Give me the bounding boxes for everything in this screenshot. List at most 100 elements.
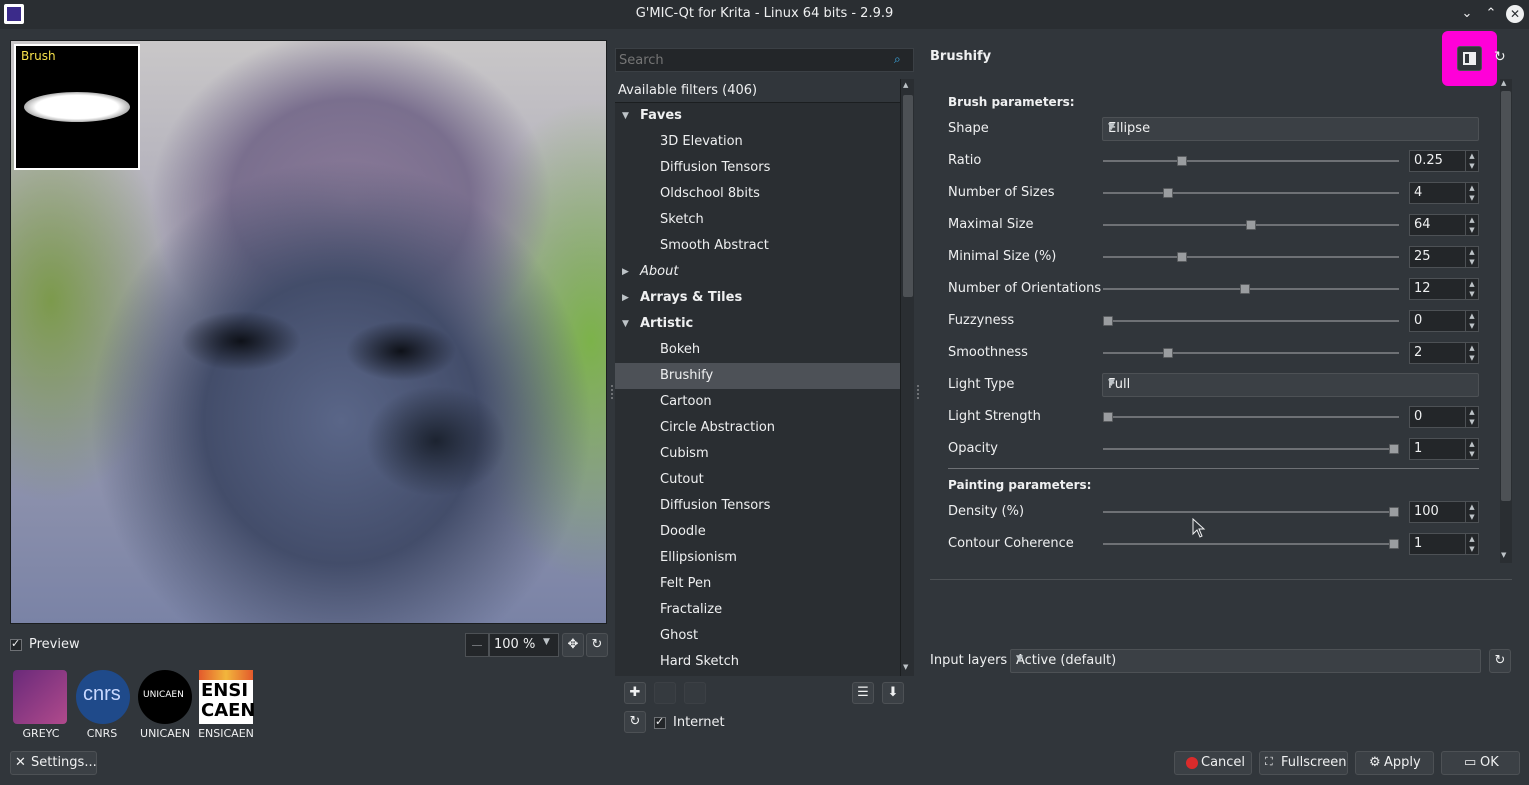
tree-category[interactable]: ▶ About (615, 259, 900, 285)
param-slider[interactable] (1103, 511, 1399, 513)
update-filters-button[interactable]: ↻ (624, 711, 646, 733)
scroll-up-icon[interactable]: ▲ (1501, 79, 1506, 87)
tree-item[interactable]: Fractalize (615, 597, 900, 623)
tree-item[interactable]: Bokeh (615, 337, 900, 363)
tree-item[interactable]: Brushify (615, 363, 900, 389)
zoom-out-button[interactable] (465, 633, 489, 657)
spin-arrows-icon[interactable]: ▲ ▼ (1465, 215, 1478, 235)
tree-item[interactable]: Ellipsionism (615, 545, 900, 571)
param-spinbox[interactable]: 0 ▲ ▼ (1409, 310, 1479, 332)
scroll-down-icon[interactable]: ▼ (903, 663, 908, 671)
refresh-layers-button[interactable]: ↻ (1489, 649, 1511, 673)
param-slider[interactable] (1103, 352, 1399, 354)
tree-item[interactable]: Cartoon (615, 389, 900, 415)
search-field[interactable]: ⌕ (615, 48, 914, 72)
settings-button[interactable]: ✕ Settings... (10, 751, 97, 775)
expand-collapse-button[interactable]: ⬇ (882, 682, 904, 704)
spin-arrows-icon[interactable]: ▲ ▼ (1465, 534, 1478, 554)
spin-arrows-icon[interactable]: ▲ ▼ (1465, 247, 1478, 267)
fullscreen-button[interactable]: ⛶ Fullscreen (1259, 751, 1348, 775)
spin-arrows-icon[interactable]: ▲ ▼ (1465, 343, 1478, 363)
spin-arrows-icon[interactable]: ▲ ▼ (1465, 311, 1478, 331)
slider-handle[interactable] (1240, 284, 1250, 294)
param-spinbox[interactable]: 12 ▲ ▼ (1409, 278, 1479, 300)
spin-arrows-icon[interactable]: ▲ ▼ (1465, 279, 1478, 299)
tree-item[interactable]: Cutout (615, 467, 900, 493)
apply-button[interactable]: ⚙ Apply (1355, 751, 1434, 775)
slider-handle[interactable] (1389, 539, 1399, 549)
param-spinbox[interactable]: 0.25 ▲ ▼ (1409, 150, 1479, 172)
param-slider[interactable] (1103, 448, 1399, 450)
spin-arrows-icon[interactable]: ▲ ▼ (1465, 502, 1478, 522)
spin-arrows-icon[interactable]: ▲ ▼ (1465, 183, 1478, 203)
slider-handle[interactable] (1177, 156, 1187, 166)
param-slider[interactable] (1103, 256, 1399, 258)
search-input[interactable] (616, 49, 886, 71)
close-icon[interactable]: ✕ (1506, 5, 1524, 23)
scroll-down-icon[interactable]: ▼ (1501, 551, 1506, 559)
param-slider[interactable] (1103, 320, 1399, 322)
slider-handle[interactable] (1389, 507, 1399, 517)
remove-fave-button[interactable] (654, 682, 676, 704)
param-spinbox[interactable]: 64 ▲ ▼ (1409, 214, 1479, 236)
slider-handle[interactable] (1246, 220, 1256, 230)
spin-arrows-icon[interactable]: ▲ ▼ (1465, 151, 1478, 171)
tree-item[interactable]: Doodle (615, 519, 900, 545)
tree-item[interactable]: Diffusion Tensors (615, 493, 900, 519)
param-slider[interactable] (1103, 160, 1399, 162)
tree-item[interactable]: Oldschool 8bits (615, 181, 900, 207)
scrollbar-thumb[interactable] (903, 95, 913, 297)
tree-scrollbar[interactable]: ▲ ▼ (900, 79, 914, 676)
zoom-fit-button[interactable]: ✥ (562, 633, 584, 657)
splitter-handle[interactable] (917, 385, 919, 399)
cancel-button[interactable]: Cancel (1174, 751, 1252, 775)
slider-handle[interactable] (1163, 348, 1173, 358)
toggle-visibility-button[interactable]: ☰ (852, 682, 874, 704)
slider-handle[interactable] (1103, 316, 1113, 326)
filter-tree[interactable]: Available filters (406) ▼ Faves 3D Elevati… (615, 79, 900, 676)
tree-item[interactable]: Smooth Abstract (615, 233, 900, 259)
chevron-down-icon[interactable]: ▼ (622, 103, 629, 129)
add-fave-button[interactable]: ✚ (624, 682, 646, 704)
param-spinbox[interactable]: 0 ▲ ▼ (1409, 406, 1479, 428)
param-spinbox[interactable]: 2 ▲ ▼ (1409, 342, 1479, 364)
rename-fave-button[interactable] (684, 682, 706, 704)
param-slider[interactable] (1103, 288, 1399, 290)
preview-split-button[interactable] (1457, 46, 1482, 71)
param-combo[interactable]: Ellipse ▼ (1102, 117, 1479, 141)
tree-item[interactable]: Hard Sketch (615, 649, 900, 675)
slider-handle[interactable] (1163, 188, 1173, 198)
spin-arrows-icon[interactable]: ▲ ▼ (1465, 439, 1478, 459)
param-slider[interactable] (1103, 416, 1399, 418)
params-scrollbar[interactable]: ▲ ▼ (1500, 79, 1512, 563)
zoom-combo[interactable]: 100 % ▼ (489, 633, 559, 657)
chevron-right-icon[interactable]: ▶ (622, 259, 629, 285)
slider-handle[interactable] (1389, 444, 1399, 454)
preview-image[interactable]: Brush (10, 40, 607, 624)
tree-category[interactable]: ▼ Artistic (615, 311, 900, 337)
tree-item[interactable]: Ghost (615, 623, 900, 649)
tree-item[interactable]: Cubism (615, 441, 900, 467)
param-slider[interactable] (1103, 543, 1399, 545)
ok-button[interactable]: ▭ OK (1441, 751, 1520, 775)
preview-checkbox[interactable] (10, 637, 22, 651)
reset-params-icon[interactable]: ↻ (1494, 49, 1506, 65)
param-combo[interactable]: Full ▼ (1102, 373, 1479, 397)
minimize-icon[interactable]: ⌄ (1458, 5, 1476, 23)
chevron-down-icon[interactable]: ▼ (622, 311, 629, 337)
param-spinbox[interactable]: 1 ▲ ▼ (1409, 438, 1479, 460)
scrollbar-thumb[interactable] (1501, 91, 1511, 501)
param-spinbox[interactable]: 4 ▲ ▼ (1409, 182, 1479, 204)
spin-arrows-icon[interactable]: ▲ ▼ (1465, 407, 1478, 427)
param-spinbox[interactable]: 25 ▲ ▼ (1409, 246, 1479, 268)
input-layers-combo[interactable]: Active (default) ▼ (1010, 649, 1481, 673)
tree-item[interactable]: Circle Abstraction (615, 415, 900, 441)
tree-item[interactable]: Felt Pen (615, 571, 900, 597)
param-slider[interactable] (1103, 192, 1399, 194)
splitter-handle[interactable] (611, 385, 613, 399)
tree-item[interactable]: 3D Elevation (615, 129, 900, 155)
tree-item[interactable]: Diffusion Tensors (615, 155, 900, 181)
internet-checkbox[interactable] (654, 715, 666, 729)
param-spinbox[interactable]: 1 ▲ ▼ (1409, 533, 1479, 555)
scroll-up-icon[interactable]: ▲ (903, 81, 908, 89)
